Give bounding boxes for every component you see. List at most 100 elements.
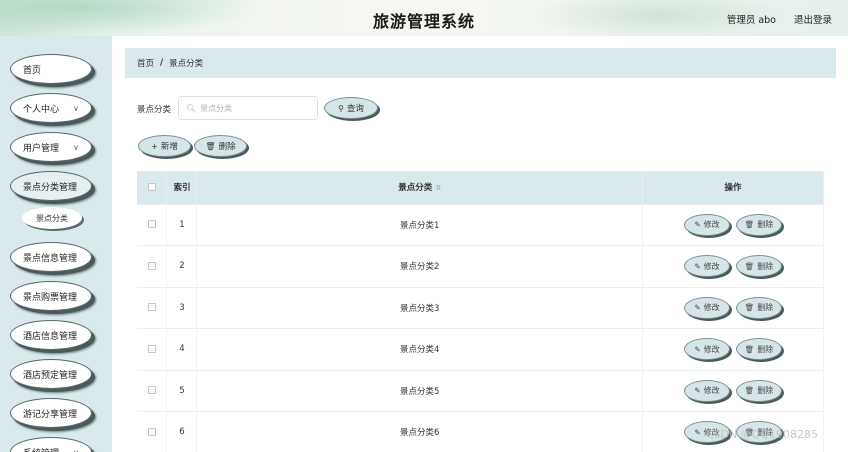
row-index: 6	[166, 411, 198, 452]
table-row: 5 景点分类5 ✎ 修改 🗑︎ 删除	[137, 370, 824, 412]
edit-button[interactable]: ✎ 修改	[684, 255, 731, 278]
delete-button-label: 删除	[757, 344, 774, 354]
sidebar-item[interactable]: 景点信息管理	[10, 242, 92, 272]
column-header-operation: 操作	[642, 171, 824, 205]
delete-button[interactable]: 🗑︎ 删除	[736, 213, 783, 236]
logout-link[interactable]: 退出登录	[794, 12, 832, 26]
edit-button[interactable]: ✎ 修改	[684, 338, 731, 361]
edit-icon: ✎	[694, 427, 701, 437]
sidebar-item[interactable]: 个人中心 ∨	[10, 93, 92, 123]
row-checkbox[interactable]	[147, 427, 156, 436]
trash-icon: 🗑︎	[744, 303, 755, 313]
edit-button[interactable]: ✎ 修改	[684, 421, 731, 444]
row-index: 4	[166, 328, 198, 371]
add-button[interactable]: + 新增	[138, 135, 191, 157]
sidebar-item-label: 首页	[23, 65, 42, 76]
row-index: 2	[166, 245, 198, 288]
table-row: 1 景点分类1 ✎ 修改 🗑︎ 删除	[137, 204, 824, 246]
trash-icon: 🗑︎	[744, 344, 755, 354]
sidebar-item[interactable]: 游记分享管理	[10, 398, 92, 428]
sidebar-item-label: 游记分享管理	[23, 409, 78, 420]
edit-button[interactable]: ✎ 修改	[684, 213, 731, 236]
edit-icon: ✎	[694, 220, 701, 230]
sidebar-item[interactable]: 景点分类管理	[10, 171, 92, 201]
row-checkbox[interactable]	[147, 303, 156, 312]
breadcrumb-current: 景点分类	[169, 59, 204, 69]
edit-button-label: 修改	[703, 261, 720, 271]
trash-icon: 🗑︎	[744, 427, 755, 437]
row-checkbox[interactable]	[147, 386, 156, 395]
sidebar-item-label: 景点购票管理	[23, 292, 78, 303]
select-all-checkbox[interactable]	[147, 182, 156, 191]
edit-button-label: 修改	[703, 220, 720, 230]
trash-icon: 🗑︎	[744, 386, 755, 396]
query-button[interactable]: ⚲ 查询	[324, 97, 378, 119]
sidebar-item-label: 景点信息管理	[23, 253, 78, 264]
sidebar-item[interactable]: 酒店信息管理	[10, 320, 92, 350]
row-select-cell	[137, 411, 168, 452]
batch-delete-button[interactable]: 🗑︎ 删除	[194, 135, 247, 157]
edit-button[interactable]: ✎ 修改	[684, 379, 731, 402]
sort-icon[interactable]: ⇅	[435, 184, 441, 192]
row-actions: ✎ 修改 🗑︎ 删除	[642, 328, 824, 371]
current-user: 管理员 abo	[726, 15, 776, 26]
category-table: 索引 景点分类 ⇅ 操作 1 景点分类1 ✎ 修改 🗑︎ 删除 2 景点分类2 ✎ 修改 🗑︎ 删除 3 景…	[137, 171, 824, 452]
delete-button-label: 删除	[757, 303, 774, 313]
row-select-cell	[137, 204, 168, 246]
trash-icon: 🗑︎	[205, 141, 216, 151]
select-all-cell	[137, 171, 168, 205]
row-category: 景点分类6	[196, 411, 644, 452]
row-category: 景点分类1	[196, 204, 644, 246]
row-actions: ✎ 修改 🗑︎ 删除	[642, 204, 824, 246]
delete-button[interactable]: 🗑︎ 删除	[736, 255, 783, 278]
search-label: 景点分类	[137, 105, 172, 115]
row-actions: ✎ 修改 🗑︎ 删除	[642, 245, 824, 288]
row-index: 1	[166, 204, 198, 246]
delete-button-label: 删除	[757, 427, 774, 437]
plus-icon: +	[151, 141, 158, 151]
breadcrumb-separator: /	[160, 58, 164, 68]
row-select-cell	[137, 287, 168, 329]
edit-button[interactable]: ✎ 修改	[684, 296, 731, 319]
row-category: 景点分类4	[196, 328, 644, 371]
row-actions: ✎ 修改 🗑︎ 删除	[642, 287, 824, 329]
sidebar-item[interactable]: 首页	[10, 54, 92, 84]
delete-button[interactable]: 🗑︎ 删除	[736, 296, 783, 319]
row-actions: ✎ 修改 🗑︎ 删除	[642, 411, 824, 452]
sidebar-item-label: 用户管理	[23, 143, 60, 154]
edit-button-label: 修改	[703, 303, 720, 313]
row-category: 景点分类2	[196, 245, 644, 288]
site-title: 旅游管理系统	[372, 12, 475, 31]
delete-button[interactable]: 🗑︎ 删除	[736, 379, 783, 402]
column-header-category-label: 景点分类	[398, 183, 433, 194]
delete-button[interactable]: 🗑︎ 删除	[736, 338, 783, 361]
delete-button[interactable]: 🗑︎ 删除	[736, 421, 783, 444]
row-checkbox[interactable]	[147, 344, 156, 353]
breadcrumb-home[interactable]: 首页	[137, 57, 154, 69]
row-checkbox[interactable]	[147, 261, 156, 270]
row-checkbox[interactable]	[147, 220, 156, 229]
column-header-index: 索引	[166, 171, 198, 205]
table-row: 2 景点分类2 ✎ 修改 🗑︎ 删除	[137, 245, 824, 288]
edit-icon: ✎	[694, 261, 701, 271]
add-button-label: 新增	[160, 142, 178, 152]
sidebar-item[interactable]: 景点购票管理	[10, 281, 92, 311]
top-header: 旅游管理系统 管理员 abo 退出登录	[0, 0, 848, 36]
table-row: 3 景点分类3 ✎ 修改 🗑︎ 删除	[137, 287, 824, 329]
search-icon: ⚲	[338, 103, 344, 113]
row-select-cell	[137, 245, 168, 288]
submenu-item-attraction-category[interactable]: 景点分类	[22, 207, 82, 229]
edit-icon: ✎	[694, 344, 701, 354]
sidebar-item-label: 酒店信息管理	[23, 331, 78, 342]
delete-button-label: 删除	[757, 220, 774, 230]
chevron-down-icon: ∨	[73, 448, 79, 452]
batch-delete-button-label: 删除	[218, 142, 236, 152]
column-header-category[interactable]: 景点分类 ⇅	[196, 171, 644, 205]
sidebar-item-label: 酒店预定管理	[23, 370, 78, 381]
row-category: 景点分类5	[196, 370, 644, 412]
sidebar-item[interactable]: 用户管理 ∨	[10, 132, 92, 162]
edit-button-label: 修改	[703, 386, 720, 396]
search-input[interactable]: 🔍︎ 景点分类	[178, 96, 318, 120]
sidebar-item[interactable]: 酒店预定管理	[10, 359, 92, 389]
delete-button-label: 删除	[757, 261, 774, 271]
